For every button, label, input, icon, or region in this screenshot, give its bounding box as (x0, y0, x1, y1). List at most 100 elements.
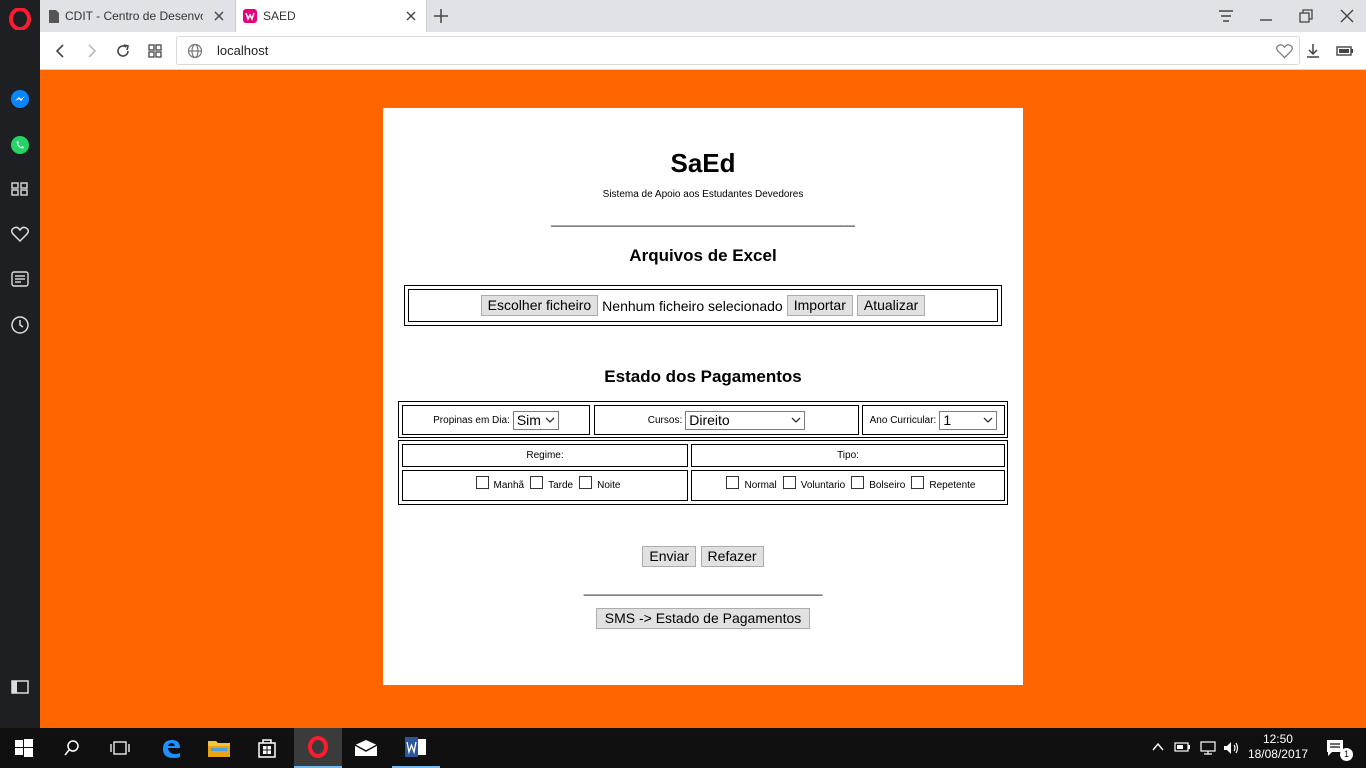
opera-icon (308, 736, 328, 758)
opera-taskbar-button[interactable] (294, 728, 342, 768)
page-title: SaEd (670, 148, 736, 178)
reload-icon[interactable] (114, 42, 132, 60)
tab-menu-icon[interactable] (1218, 8, 1234, 24)
system-clock[interactable]: 12:50 18/08/2017 (1248, 732, 1308, 762)
history-clock-icon[interactable] (0, 310, 40, 340)
task-view-button[interactable] (96, 728, 144, 768)
cursos-cell: Cursos: Direito (594, 405, 859, 435)
tipo-normal-checkbox[interactable] (726, 476, 740, 489)
propinas-select[interactable]: Sim (512, 410, 559, 430)
clock-date: 18/08/2017 (1247, 747, 1308, 761)
page-subtitle: Sistema de Apoio aos Estudantes Devedore… (602, 189, 804, 200)
tab-saed[interactable]: SAED (235, 0, 427, 32)
network-icon[interactable] (1199, 740, 1217, 756)
tipo-bolseiro-checkbox[interactable] (851, 476, 865, 489)
page-icon (49, 9, 59, 23)
close-tab-icon[interactable] (404, 9, 418, 23)
cursos-select[interactable]: Direito (685, 410, 806, 430)
sidebar-toggle-icon[interactable] (0, 672, 40, 702)
excel-heading: Arquivos de Excel (629, 246, 777, 265)
folder-icon (208, 741, 230, 757)
forward-icon[interactable] (82, 42, 100, 60)
ano-cell: Ano Curricular: 1 (862, 405, 1005, 435)
edge-taskbar-button[interactable] (147, 728, 195, 768)
choose-file-button[interactable]: Escolher ficheiro (480, 295, 599, 316)
start-button[interactable] (0, 728, 48, 768)
sms-button[interactable]: SMS -> Estado de Pagamentos (595, 608, 811, 629)
volume-icon[interactable] (1222, 740, 1240, 756)
wamp-favicon-icon (243, 9, 257, 23)
news-icon[interactable] (0, 264, 40, 294)
search-button[interactable] (48, 728, 96, 768)
download-icon[interactable] (1304, 42, 1322, 60)
submit-button[interactable]: Enviar (642, 546, 697, 567)
minimize-icon[interactable] (1258, 8, 1274, 24)
close-tab-icon[interactable] (212, 9, 226, 23)
regime-label: Regime: (526, 450, 564, 461)
word-icon (405, 737, 426, 757)
tipo-options-cell: Normal Voluntario Bolseiro Repetente (691, 470, 1005, 501)
tipo-voluntario-checkbox[interactable] (782, 476, 796, 489)
globe-icon (187, 43, 203, 59)
tipo-repetente-label: Repetente (929, 480, 976, 491)
regime-tarde-checkbox[interactable] (530, 476, 544, 489)
word-taskbar-button[interactable] (392, 728, 440, 768)
action-center-button[interactable]: 1 (1318, 728, 1366, 768)
tab-strip: CDIT - Centro de Desenvolvimento SAED (40, 0, 1366, 32)
tipo-normal-label: Normal (744, 480, 777, 491)
tab-cdit[interactable]: CDIT - Centro de Desenvolvimento (40, 0, 234, 32)
new-tab-icon[interactable] (432, 7, 450, 25)
chevron-down-icon (545, 417, 555, 423)
separator: ________________________________________… (551, 212, 855, 227)
update-button[interactable]: Atualizar (856, 295, 926, 316)
ano-label: Ano Curricular: (869, 414, 937, 426)
cursos-value: Direito (689, 411, 730, 428)
cursos-label: Cursos: (647, 414, 683, 426)
mail-envelope-icon (354, 740, 378, 756)
regime-manha-checkbox[interactable] (475, 476, 489, 489)
import-button[interactable]: Importar (786, 295, 853, 316)
regime-manha-label: Manhã (493, 480, 525, 491)
battery-tray-icon[interactable] (1174, 741, 1192, 753)
speed-dial-grid-icon[interactable] (146, 42, 164, 60)
tipo-repetente-checkbox[interactable] (911, 476, 925, 489)
bookmark-heart-icon[interactable] (1276, 43, 1293, 59)
reset-button[interactable]: Refazer (700, 546, 764, 567)
restore-icon[interactable] (1298, 8, 1314, 24)
bookmarks-heart-icon[interactable] (0, 219, 40, 249)
regime-options-cell: Manhã Tarde Noite (402, 470, 688, 501)
excel-upload-cell: Escolher ficheiro Nenhum ficheiro seleci… (408, 289, 998, 322)
address-bar[interactable]: localhost (176, 36, 1300, 65)
whatsapp-icon[interactable] (0, 130, 40, 160)
explorer-taskbar-button[interactable] (195, 728, 243, 768)
regime-noite-label: Noite (597, 480, 621, 491)
file-status-text: Nenhum ficheiro selecionado (602, 297, 783, 314)
mail-taskbar-button[interactable] (342, 728, 390, 768)
chevron-up-icon[interactable] (1152, 742, 1164, 752)
url-text: localhost (217, 43, 269, 58)
chevron-down-icon (983, 417, 993, 423)
speed-dial-icon[interactable] (0, 174, 40, 204)
ano-value: 1 (943, 411, 952, 428)
regime-noite-checkbox[interactable] (579, 476, 593, 489)
propinas-value: Sim (516, 411, 541, 428)
windows-taskbar: 12:50 18/08/2017 1 (0, 728, 1366, 768)
opera-menu-icon[interactable] (0, 4, 40, 34)
ano-select[interactable]: 1 (939, 410, 998, 430)
regime-tipo-table: Regime: Tipo: Manhã Tarde Noite Normal V… (398, 440, 1008, 505)
store-taskbar-button[interactable] (243, 728, 291, 768)
tipo-header-cell: Tipo: (691, 444, 1005, 467)
sms-actions: SMS -> Estado de Pagamentos (383, 608, 1023, 629)
close-window-icon[interactable] (1339, 8, 1355, 24)
separator: _________________________________ (583, 581, 823, 596)
regime-header-cell: Regime: (402, 444, 688, 467)
opera-sidebar (0, 0, 40, 728)
messenger-icon[interactable] (0, 84, 40, 114)
propinas-label: Propinas em Dia: (433, 414, 510, 426)
store-bag-icon (258, 739, 276, 758)
back-icon[interactable] (52, 42, 70, 60)
battery-icon[interactable] (1336, 42, 1354, 60)
tipo-voluntario-label: Voluntario (800, 480, 846, 491)
tab-title: CDIT - Centro de Desenvolvimento (65, 9, 203, 23)
browser-toolbar: localhost (40, 32, 1366, 70)
